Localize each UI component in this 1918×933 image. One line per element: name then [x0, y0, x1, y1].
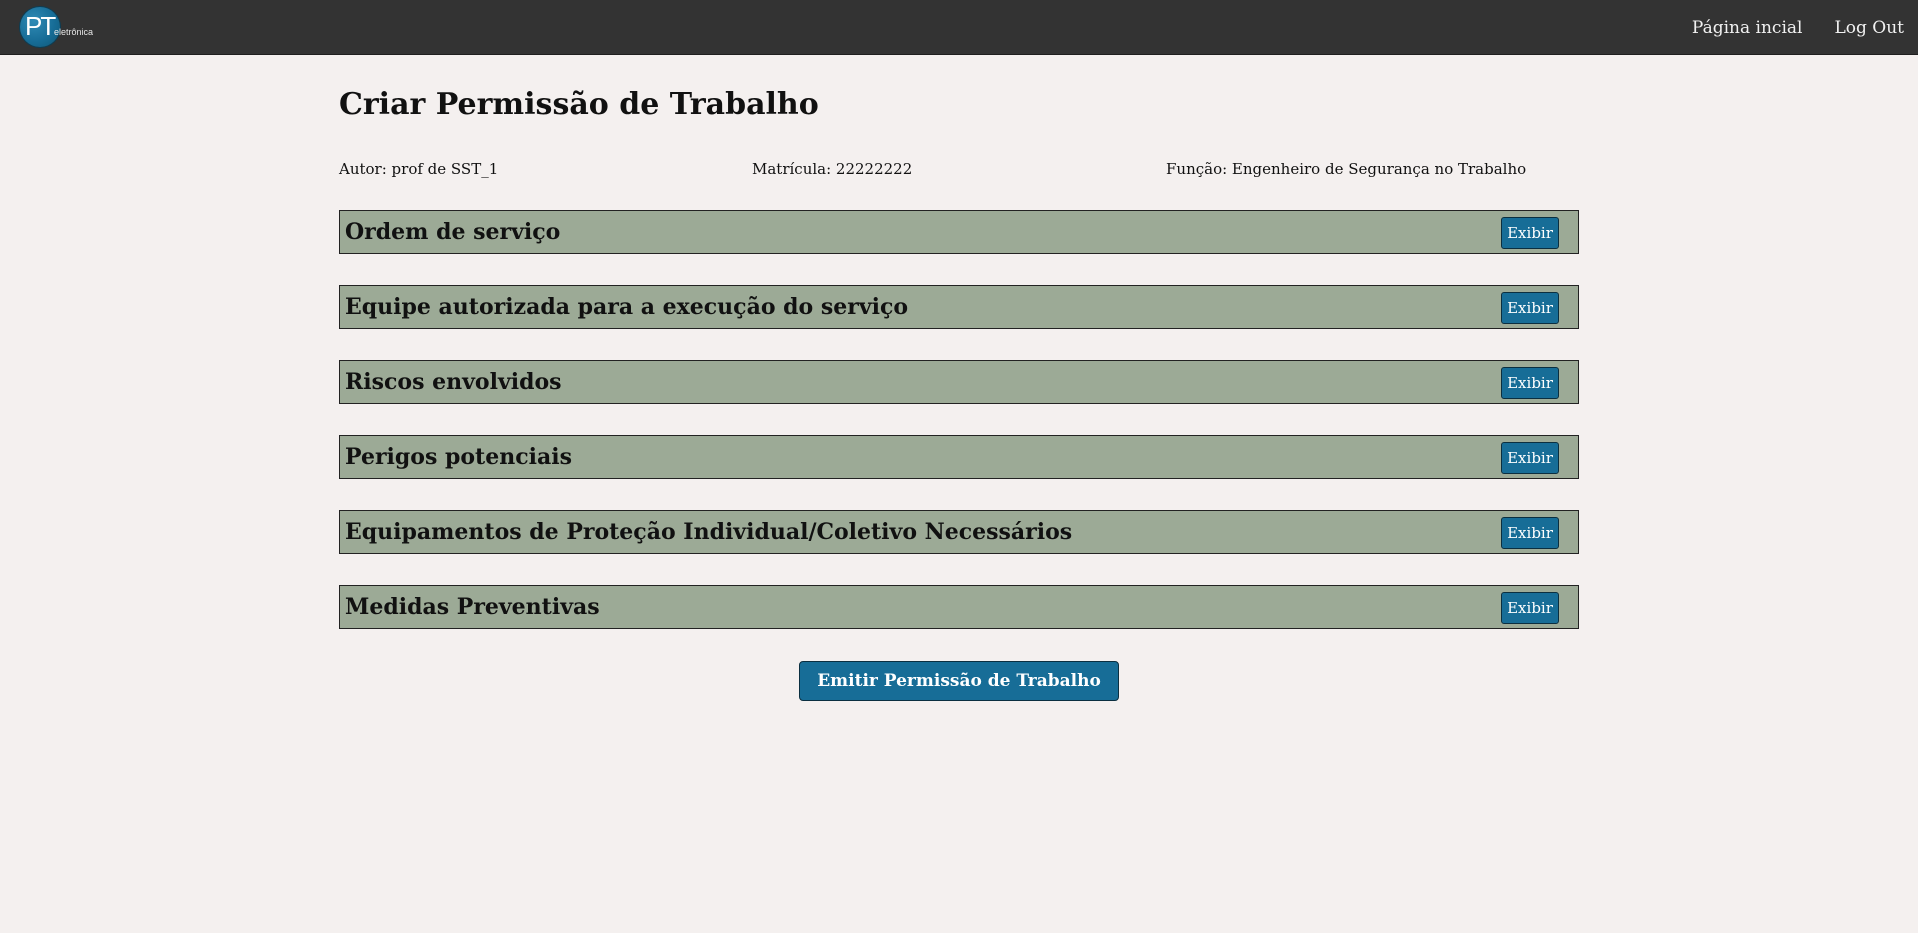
exibir-button[interactable]: Exibir	[1501, 367, 1559, 399]
top-nav: Página incial Log Out	[1692, 0, 1904, 55]
role-text: Função: Engenheiro de Segurança no Traba…	[1166, 160, 1527, 178]
logo-text: PT	[25, 11, 56, 41]
registration-text: Matrícula: 22222222	[752, 160, 913, 178]
exibir-button[interactable]: Exibir	[1501, 442, 1559, 474]
section-title: Medidas Preventivas	[345, 594, 600, 620]
section-ordem-de-servico: Ordem de serviço Exibir	[339, 210, 1579, 254]
section-title: Perigos potenciais	[345, 444, 572, 470]
section-epi-epc: Equipamentos de Proteção Individual/Cole…	[339, 510, 1579, 554]
pt-eletronica-logo[interactable]: PT eletrônica	[20, 7, 100, 49]
exibir-button[interactable]: Exibir	[1501, 517, 1559, 549]
logo-subtext: eletrônica	[54, 27, 94, 37]
top-navbar: PT eletrônica Página incial Log Out	[0, 0, 1918, 55]
section-title: Equipe autorizada para a execução do ser…	[345, 294, 909, 320]
page-title: Criar Permissão de Trabalho	[339, 87, 819, 122]
section-title: Ordem de serviço	[345, 219, 561, 245]
section-medidas-preventivas: Medidas Preventivas Exibir	[339, 585, 1579, 629]
author-text: Autor: prof de SST_1	[339, 160, 499, 178]
nav-logout-link[interactable]: Log Out	[1834, 18, 1904, 38]
section-perigos-potenciais: Perigos potenciais Exibir	[339, 435, 1579, 479]
nav-home-link[interactable]: Página incial	[1692, 18, 1803, 38]
exibir-button[interactable]: Exibir	[1501, 217, 1559, 249]
exibir-button[interactable]: Exibir	[1501, 292, 1559, 324]
section-riscos-envolvidos: Riscos envolvidos Exibir	[339, 360, 1579, 404]
exibir-button[interactable]: Exibir	[1501, 592, 1559, 624]
section-title: Equipamentos de Proteção Individual/Cole…	[345, 519, 1073, 545]
section-title: Riscos envolvidos	[345, 369, 562, 395]
author-info-row: Autor: prof de SST_1 Matrícula: 22222222…	[339, 160, 1579, 180]
section-equipe-autorizada: Equipe autorizada para a execução do ser…	[339, 285, 1579, 329]
emit-permit-button[interactable]: Emitir Permissão de Trabalho	[799, 661, 1119, 701]
